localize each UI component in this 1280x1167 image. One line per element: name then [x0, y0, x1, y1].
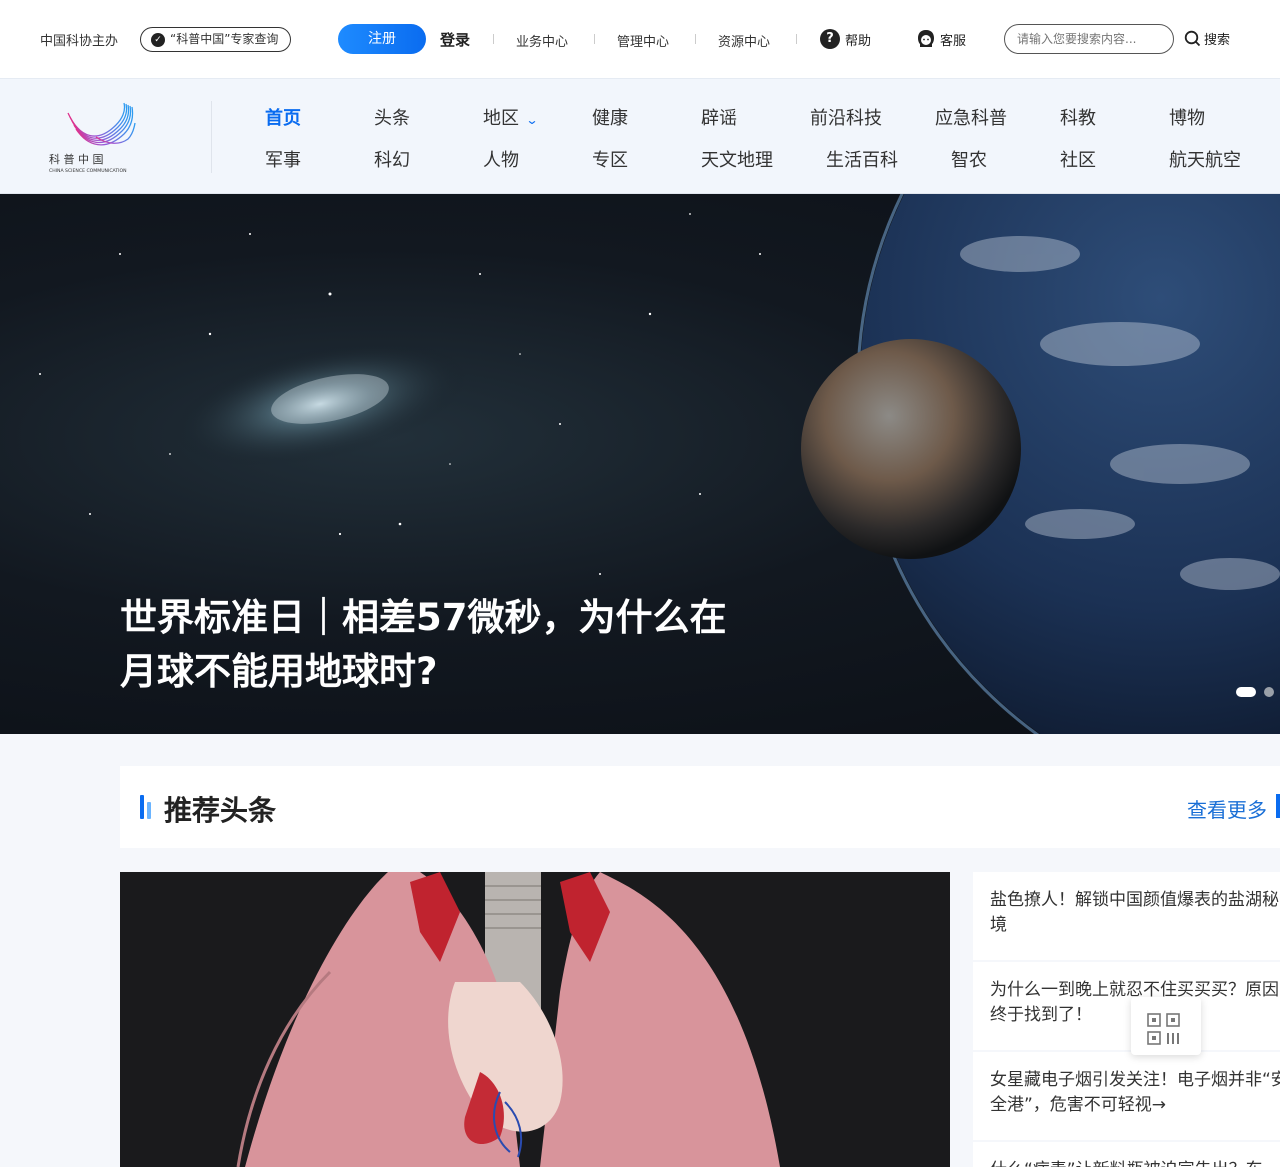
nav-emergency[interactable]: 应急科普: [935, 104, 1007, 130]
carousel-dot[interactable]: [1264, 687, 1274, 697]
nav-life[interactable]: 生活百科: [826, 146, 898, 172]
logo-divider: [211, 101, 212, 173]
news-item[interactable]: 盐色撩人！解锁中国颜值爆表的盐湖秘境: [973, 872, 1280, 960]
news-title: 什么“病毒”让新料瓶被迫宣告出？东: [990, 1158, 1280, 1167]
nav-special[interactable]: 专区: [592, 146, 628, 172]
org-label: 中国科协主办: [40, 34, 119, 49]
news-title: 女星藏电子烟引发关注！电子烟并非“安全港”，危害不可轻视→: [990, 1070, 1280, 1115]
nav-region-label: 地区: [483, 108, 519, 129]
search-button[interactable]: 搜索: [1184, 29, 1230, 48]
nav-community[interactable]: 社区: [1060, 146, 1096, 172]
resource-center-link[interactable]: 资源中心: [718, 31, 770, 50]
divider: [796, 34, 797, 44]
view-more-link[interactable]: 查看更多: [1187, 794, 1267, 823]
news-item[interactable]: 女星藏电子烟引发关注！电子烟并非“安全港”，危害不可轻视→: [973, 1052, 1280, 1140]
customer-service-link[interactable]: 客服: [917, 29, 966, 49]
nav-frontier-tech[interactable]: 前沿科技: [810, 104, 882, 130]
hero-title[interactable]: 世界标准日｜相差57微秒，为什么在 月球不能用地球时?: [120, 591, 760, 699]
feature-image[interactable]: [120, 872, 950, 1167]
nav-rumor[interactable]: 辟谣: [701, 104, 737, 130]
question-icon: ?: [820, 29, 840, 49]
help-link[interactable]: ? 帮助: [820, 29, 871, 49]
section-title: 推荐头条: [164, 794, 277, 827]
nav-headlines[interactable]: 头条: [374, 104, 410, 130]
management-center-link[interactable]: 管理中心: [617, 31, 669, 50]
logo-cn-text: 科 普 中 国: [49, 152, 104, 166]
customer-service-icon: [918, 30, 934, 47]
carousel-dot-active[interactable]: [1236, 687, 1256, 697]
business-center-link[interactable]: 业务中心: [516, 31, 568, 50]
divider: [493, 34, 494, 44]
lungs-image: [120, 872, 950, 1167]
nav-astronomy[interactable]: 天文地理: [701, 146, 773, 172]
search-input[interactable]: [1004, 24, 1174, 54]
divider: [594, 34, 595, 44]
nav-people[interactable]: 人物: [483, 146, 519, 172]
section-bar-icon: [140, 795, 151, 819]
login-link[interactable]: 登录: [440, 29, 470, 50]
expert-query-label: “科普中国”专家查询: [170, 32, 279, 46]
logo-wave-icon: 科 普 中 国 CHINA SCIENCE COMMUNICATION: [49, 102, 136, 174]
news-item[interactable]: 为什么一到晚上就忍不住买买买？原因终于找到了！: [973, 962, 1280, 1050]
search-label: 搜索: [1204, 33, 1231, 48]
hero-title-line1: 世界标准日｜相差57微秒，为什么在: [120, 596, 727, 639]
logo-en-text: CHINA SCIENCE COMMUNICATION: [49, 168, 127, 174]
nav-region[interactable]: 地区 ⌄: [483, 104, 539, 130]
chevron-down-icon: ⌄: [525, 113, 539, 127]
qr-code-button[interactable]: [1131, 997, 1201, 1055]
recommended-section-header: 推荐头条 查看更多: [120, 766, 1280, 848]
nav-education[interactable]: 科教: [1060, 104, 1096, 130]
news-item[interactable]: 什么“病毒”让新料瓶被迫宣告出？东: [973, 1142, 1280, 1167]
nav-health[interactable]: 健康: [592, 104, 628, 130]
divider: [695, 34, 696, 44]
nav-agriculture[interactable]: 智农: [951, 146, 987, 172]
register-button[interactable]: 注册: [338, 24, 426, 54]
hero-title-line2: 月球不能用地球时?: [120, 650, 438, 693]
view-more-bar: [1276, 794, 1280, 818]
nav-scifi[interactable]: 科幻: [374, 146, 410, 172]
news-title: 盐色撩人！解锁中国颜值爆表的盐湖秘境: [990, 890, 1279, 935]
expert-query-button[interactable]: ✓ “科普中国”专家查询: [140, 27, 292, 52]
nav-military[interactable]: 军事: [265, 146, 301, 172]
site-logo[interactable]: 科 普 中 国 CHINA SCIENCE COMMUNICATION: [46, 99, 161, 177]
carousel-dots: [1236, 687, 1274, 697]
top-utility-bar: 中国科协主办 ✓ “科普中国”专家查询 注册 登录 业务中心 管理中心 资源中心…: [0, 0, 1280, 78]
check-icon: ✓: [151, 32, 165, 47]
nav-museum[interactable]: 博物: [1169, 104, 1205, 130]
qr-code-icon: [1147, 1013, 1180, 1045]
news-list: 盐色撩人！解锁中国颜值爆表的盐湖秘境 为什么一到晚上就忍不住买买买？原因终于找到…: [973, 872, 1280, 1167]
service-label: 客服: [940, 33, 967, 49]
nav-home[interactable]: 首页: [265, 104, 301, 130]
hero-banner[interactable]: 世界标准日｜相差57微秒，为什么在 月球不能用地球时?: [0, 194, 1280, 734]
help-label: 帮助: [845, 33, 872, 49]
nav-aerospace[interactable]: 航天航空: [1169, 146, 1241, 172]
main-nav: 科 普 中 国 CHINA SCIENCE COMMUNICATION 首页 头…: [0, 78, 1280, 194]
search-icon: [1184, 30, 1201, 47]
